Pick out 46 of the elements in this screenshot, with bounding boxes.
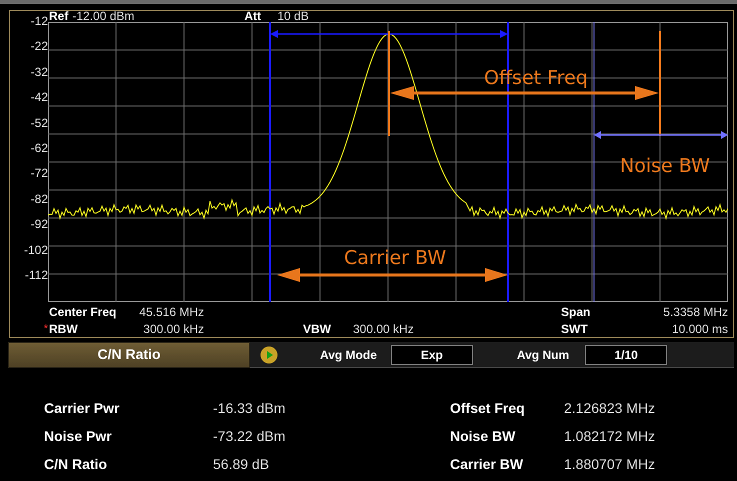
setting-value: 300.00 kHz [353, 321, 414, 338]
axis-tick-label: -62 [30, 142, 48, 154]
ref-value: -12.00 dBm [72, 10, 136, 22]
axis-tick-label: -52 [30, 116, 48, 129]
result-label: Carrier Pwr [44, 399, 120, 418]
axis-tick-label: -72 [30, 167, 48, 180]
setting-label: SWT [561, 321, 588, 338]
mode-tab[interactable]: C/N Ratio [8, 342, 250, 368]
ref-label: Ref [49, 10, 68, 22]
setting-label: Center Freq [49, 304, 118, 321]
play-icon[interactable] [260, 346, 278, 364]
annotation-label: Carrier BW [344, 246, 446, 270]
avg-num-field[interactable]: 1/10 [585, 344, 668, 364]
setting-value: 10.000 ms [672, 321, 728, 338]
result-label: Noise BW [450, 427, 516, 446]
att-label: Att [244, 10, 262, 22]
axis-tick-label: -32 [30, 66, 48, 78]
att-value: 10 dB [277, 10, 309, 22]
setting-label: VBW [303, 321, 332, 338]
axis-tick-label: -42 [30, 91, 48, 104]
avg-mode-field[interactable]: Exp [390, 344, 473, 364]
result-label: Noise Pwr [44, 427, 113, 446]
avg-num-label: Avg Num [516, 346, 570, 364]
avg-mode-label: Avg Mode [320, 346, 377, 364]
setting-value: 45.516 MHz [138, 304, 204, 321]
result-value: 1.880707 MHz [564, 455, 656, 474]
result-value: 1.082172 MHz [564, 427, 656, 446]
setting-label: Span [561, 304, 590, 321]
result-value: 2.126823 MHz [564, 399, 656, 418]
result-label: Carrier BW [450, 455, 524, 474]
result-value: -73.22 dBm [213, 427, 286, 446]
result-label: Offset Freq [450, 399, 526, 418]
setting-value: 300.00 kHz [142, 321, 204, 338]
axis-tick-label: -12 [30, 14, 48, 27]
axis-tick-label: -102 [24, 244, 48, 256]
setting-label: RBW [49, 321, 79, 338]
setting-value: 5.3358 MHz [663, 304, 728, 321]
result-value: 56.89 dB [213, 455, 270, 474]
axis-tick-label: -82 [30, 192, 48, 205]
axis-tick-label: -92 [30, 218, 48, 230]
axis-tick-label: -112 [24, 269, 48, 282]
annotation-label: Noise BW [620, 154, 710, 178]
flag-mark: * [44, 322, 49, 337]
result-value: -16.33 dBm [213, 399, 286, 418]
axis-tick-label: -22 [30, 40, 48, 52]
result-label: C/N Ratio [44, 455, 108, 474]
